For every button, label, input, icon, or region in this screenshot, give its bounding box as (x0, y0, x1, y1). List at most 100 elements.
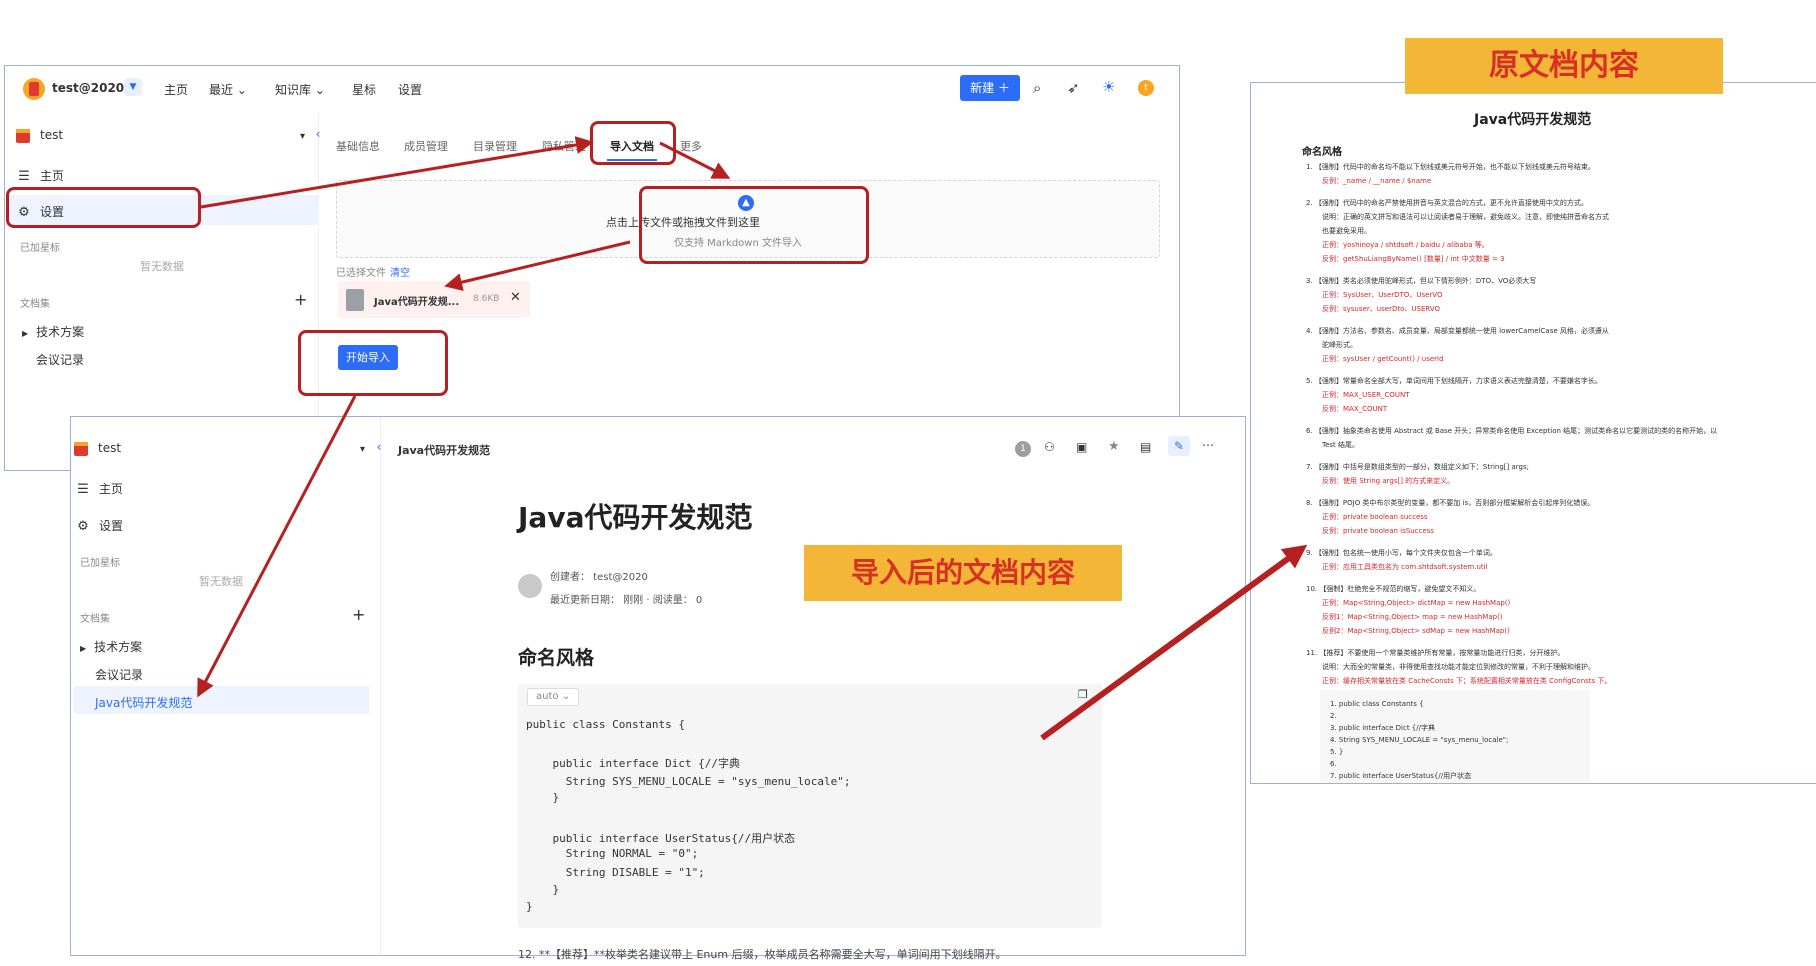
code-line: String SYS_MENU_LOCALE = "sys_menu_local… (526, 775, 851, 788)
original-line: 9. 【强制】包名统一使用小写，每个文件夹仅包含一个单词。 (1306, 549, 1497, 557)
doc-sidebar-item-new-doc[interactable]: Java代码开发规范 (95, 694, 192, 711)
sidebar-folder-tech[interactable]: ▶ 技术方案 (22, 323, 84, 340)
highlight-start-button (298, 330, 448, 396)
nav-starred[interactable]: 星标 (352, 81, 376, 98)
original-line: Test 结尾。 (1322, 441, 1360, 449)
original-line: 反例：getShuLiangByName() [数量] / int 中文数量 =… (1322, 255, 1505, 263)
code-lang-select[interactable]: auto ⌄ (527, 688, 579, 706)
more-icon[interactable]: ⋯ (1202, 438, 1214, 452)
file-name: Java代码开发规... (374, 297, 460, 308)
nav-home[interactable]: 主页 (164, 81, 188, 98)
original-line: 正例：sysUser / getCount() / userId (1322, 355, 1444, 363)
search-icon[interactable]: ⌕ (1033, 79, 1041, 97)
doc-sidebar-folder-tech[interactable]: ▶ 技术方案 (80, 638, 142, 655)
original-code-line: 2. (1330, 712, 1337, 720)
nav-settings[interactable]: 设置 (398, 81, 422, 98)
clear-files-link[interactable]: 清空 (390, 264, 410, 279)
original-title: Java代码开发规范 (1474, 112, 1592, 128)
sidebar-book[interactable]: test (16, 128, 63, 143)
user-avatar[interactable]: t (1138, 80, 1154, 96)
doc-starred-empty: 暂无数据 (199, 575, 243, 588)
starred-label: 已加星标 (20, 243, 60, 254)
original-line: 反例：_name / __name / $name (1322, 177, 1432, 185)
doc-heading: 命名风格 (518, 647, 595, 669)
tab-more[interactable]: 更多 (680, 138, 702, 154)
tab-basic[interactable]: 基础信息 (336, 138, 380, 154)
code-line: String DISABLE = "1"; (526, 866, 705, 879)
doc-updated: 最近更新日期： 刚刚 · 阅读量： 0 (550, 595, 703, 606)
new-button[interactable]: 新建 ＋ (960, 75, 1020, 101)
book-dropdown-icon[interactable]: ▾ (300, 131, 305, 142)
collection-label: 文档集 (20, 299, 50, 310)
tab-members[interactable]: 成员管理 (404, 138, 448, 154)
highlight-dropzone (639, 186, 869, 264)
nav-recent[interactable]: 最近 ⌄ (209, 81, 247, 98)
original-line: 反例：private boolean isSuccess (1322, 527, 1434, 535)
rocket-icon[interactable]: ➶ (1067, 79, 1080, 97)
original-line: 说明：大而全的常量类，非得使用查找功能才能定位到修改的常量，不利于理解和维护。 (1322, 663, 1595, 671)
workspace-name[interactable]: test@2020 (52, 81, 124, 95)
doc-creator-avatar (518, 574, 542, 598)
original-line: 驼峰形式。 (1322, 341, 1357, 349)
original-line: 反例：使用 String args[] 的方式来定义。 (1322, 477, 1455, 485)
original-line: 3. 【强制】类名必须使用驼峰形式，但以下情形例外：DTO、VO必须大写 (1306, 277, 1537, 285)
chevron-left-icon[interactable]: ‹ (371, 438, 387, 456)
tab-catalog[interactable]: 目录管理 (473, 138, 517, 154)
code-line: String NORMAL = "0"; (526, 847, 699, 860)
star-icon[interactable]: ★ (1108, 439, 1120, 454)
file-size: 8.6KB (473, 294, 500, 304)
original-line: 6. 【强制】抽象类命名使用 Abstract 或 Base 开头；异常类命名使… (1306, 427, 1718, 435)
original-line: 10. 【强制】杜绝完全不规范的缩写，避免望文不知义。 (1306, 585, 1481, 593)
tab-privacy[interactable]: 隐私管理 (542, 138, 586, 154)
original-line: 正例：应用工具类包名为 com.shtdsoft.system.util (1322, 563, 1488, 571)
original-line: 正例：缓存相关常量放在类 CacheConsts 下；系统配置相关常量放在类 C… (1322, 677, 1612, 685)
doc-book-dropdown-icon[interactable]: ▾ (360, 444, 365, 455)
gear-icon: ⚙ (77, 519, 89, 534)
workspace-dropdown-icon[interactable]: ▼ (124, 78, 142, 96)
doc-add-collection-button[interactable]: + (352, 605, 365, 624)
original-line: 11. 【推荐】不要使用一个常量类维护所有常量，按常量功能进行归类，分开维护。 (1306, 649, 1565, 657)
original-code-line: 5. } (1330, 748, 1344, 756)
sidebar-item-meeting[interactable]: 会议记录 (36, 351, 84, 368)
original-code-line: 1. public class Constants { (1330, 700, 1424, 708)
doc-title: Java代码开发规范 (518, 501, 753, 534)
nav-knowledge[interactable]: 知识库 ⌄ (275, 81, 325, 98)
sidebar-item-home[interactable]: ☰ 主页 (16, 167, 64, 184)
doc-sidebar-item-settings[interactable]: ⚙ 设置 (75, 517, 123, 534)
original-line: 7. 【强制】中括号是数组类型的一部分，数组定义如下：String[] args… (1306, 463, 1529, 471)
copy-icon[interactable]: ❐ (1078, 688, 1088, 701)
doc-sidebar-item-meeting[interactable]: 会议记录 (95, 666, 143, 683)
original-line: 正例：yoshinoya / shtdsoft / baidu / alibab… (1322, 241, 1489, 249)
code-line: public class Constants { (526, 718, 685, 731)
list-icon: ☰ (18, 169, 30, 184)
original-line: 1. 【强制】代码中的命名均不能以下划线或美元符号开始，也不能以下划线或美元符号… (1306, 163, 1595, 171)
code-line: } (526, 791, 560, 804)
doc-sidebar-item-home[interactable]: ☰ 主页 (75, 480, 123, 497)
doc-creator: 创建者： test@2020 (550, 572, 648, 583)
selected-file-chip: Java代码开发规... 8.6KB ✕ (338, 281, 530, 318)
doc-collection-label: 文档集 (80, 614, 110, 625)
edit-icon[interactable]: ✎ (1168, 436, 1190, 456)
highlight-settings (6, 187, 201, 228)
original-line: 2. 【强制】代码中的命名严禁使用拼音与英文混合的方式，更不允许直接使用中文的方… (1306, 199, 1588, 207)
original-line: 反例2：Map<String,Object> sdMap = new HashM… (1322, 627, 1510, 635)
close-icon[interactable]: ✕ (510, 290, 521, 305)
selected-files-label: 已选择文件 (336, 268, 386, 279)
present-icon[interactable]: ▣ (1076, 440, 1087, 454)
code-line: } (526, 900, 533, 913)
add-collection-button[interactable]: + (294, 290, 307, 309)
highlight-import-tab (590, 121, 676, 165)
chevron-left-icon[interactable]: ‹ (310, 125, 326, 143)
original-code-line: 4. String SYS_MENU_LOCALE = "sys_menu_lo… (1330, 736, 1509, 744)
original-heading: 命名风格 (1302, 147, 1342, 158)
original-line: 正例：SysUser、UserDTO、UserVO (1322, 291, 1443, 299)
sun-icon[interactable]: ☀ (1102, 78, 1115, 96)
doc-breadcrumb: Java代码开发规范 (398, 444, 491, 457)
original-line: 反例1：Map<String,Object> map = new HashMap… (1322, 613, 1503, 621)
original-code-line: 6. (1330, 760, 1337, 768)
doc-sidebar-book[interactable]: test (74, 441, 121, 456)
code-line: public interface UserStatus{//用户状态 (526, 832, 796, 845)
outline-icon[interactable]: ▤ (1140, 440, 1151, 454)
original-line: 8. 【强制】POJO 类中布尔类型的变量，都不要加 is，否则部分框架解析会引… (1306, 499, 1595, 507)
share-user-icon[interactable]: ⚇ (1044, 440, 1055, 454)
